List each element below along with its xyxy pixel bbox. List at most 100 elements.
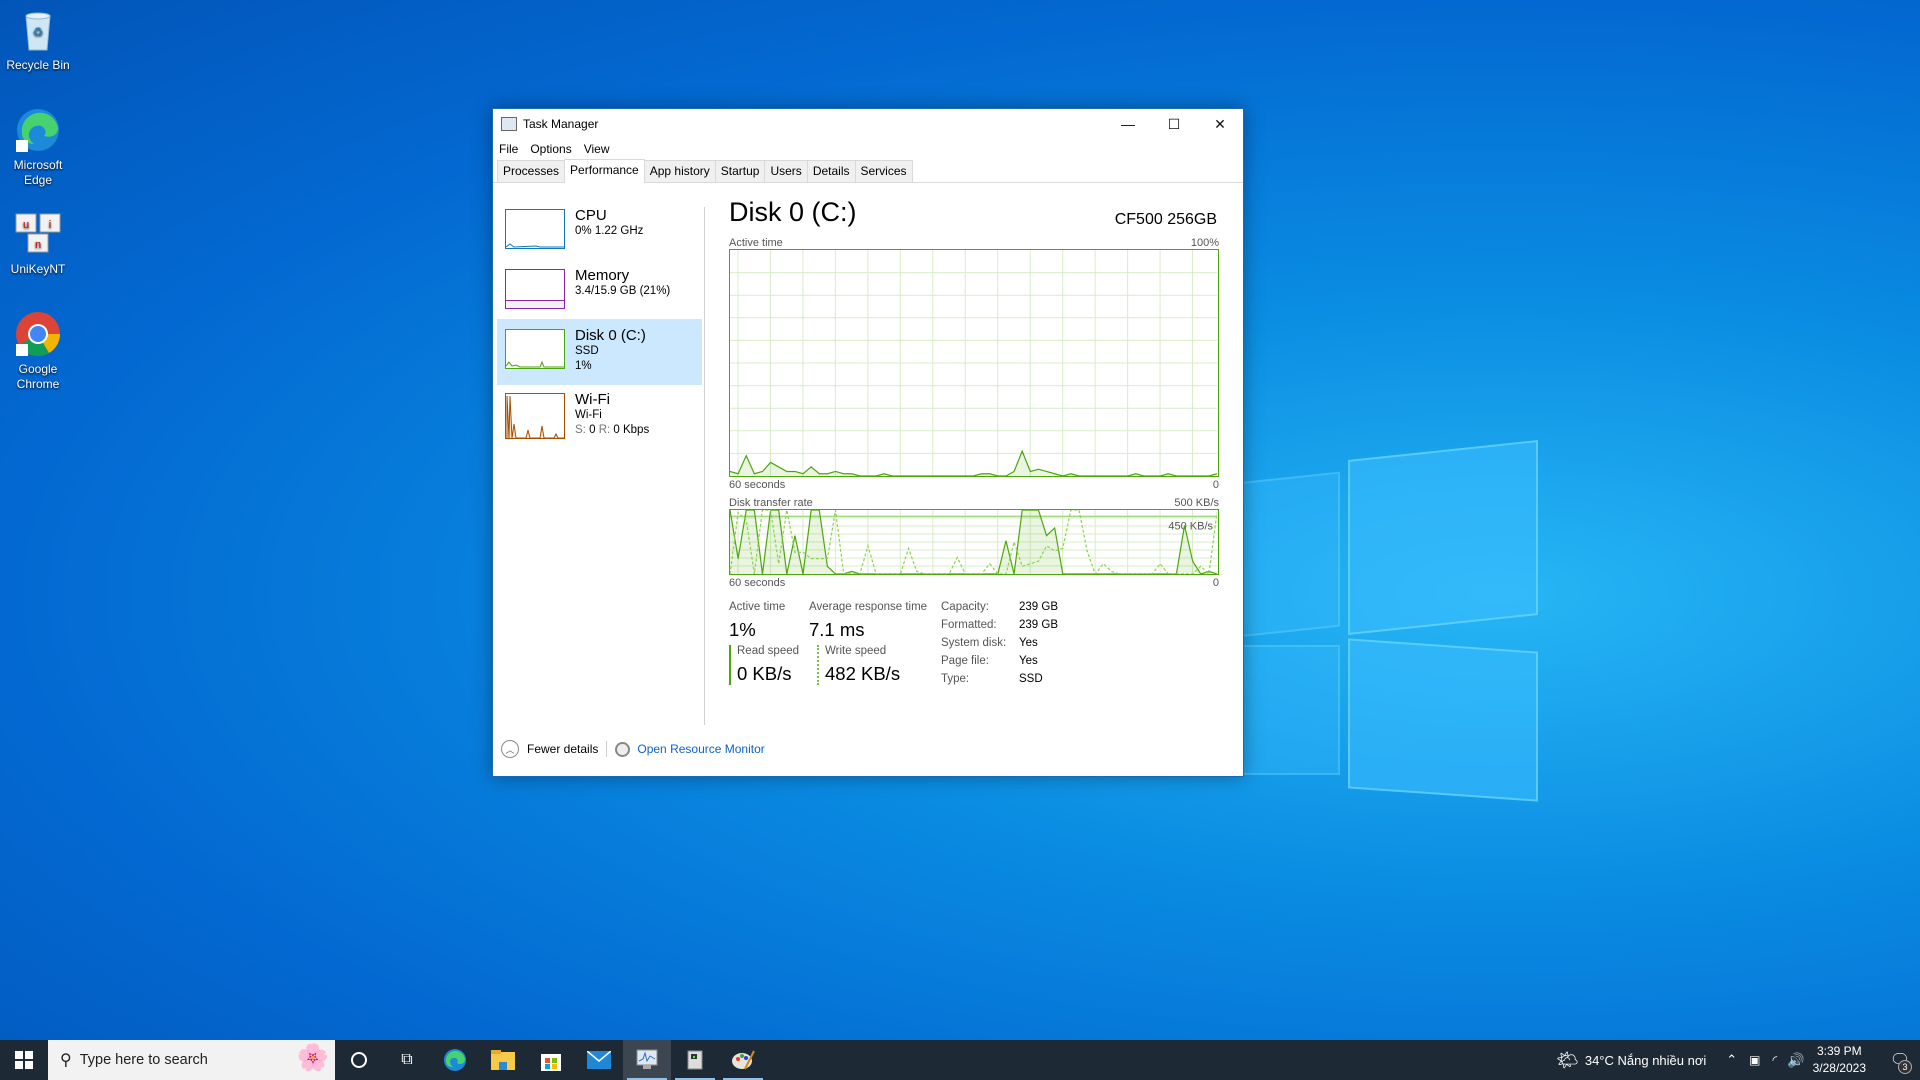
clock-date: 3/28/2023 xyxy=(1812,1061,1866,1075)
network-icon[interactable]: ◜ xyxy=(1773,1053,1778,1067)
taskbar-file-explorer[interactable] xyxy=(479,1040,527,1080)
receive-label: R: xyxy=(598,424,611,436)
taskbar-mail[interactable] xyxy=(575,1040,623,1080)
search-box[interactable]: ⚲ Type here to search 🌸 xyxy=(48,1040,335,1080)
sidebar-item-disk-0[interactable]: Disk 0 (C:) SSD 1% xyxy=(497,319,702,385)
taskbar-edge[interactable] xyxy=(431,1040,479,1080)
property-row: System disk: Yes xyxy=(941,637,1058,655)
maximize-button[interactable]: ☐ xyxy=(1151,109,1197,139)
svg-text:n: n xyxy=(35,239,41,251)
sidebar-item-memory[interactable]: Memory 3.4/15.9 GB (21%) xyxy=(497,259,702,319)
taskbar-store[interactable] xyxy=(527,1040,575,1080)
sidebar-item-cpu[interactable]: CPU 0% 1.22 GHz xyxy=(497,199,702,259)
paint-icon xyxy=(732,1050,755,1070)
taskbar-resource-monitor[interactable] xyxy=(671,1040,719,1080)
task-view-button[interactable]: ⧉ xyxy=(383,1040,431,1080)
transfer-rate-graph-max: 500 KB/s xyxy=(1174,497,1219,509)
tab-users[interactable]: Users xyxy=(764,160,808,182)
property-key: Capacity: xyxy=(941,601,989,613)
chevron-up-icon[interactable]: ︿ xyxy=(501,740,519,758)
property-row: Formatted: 239 GB xyxy=(941,619,1058,637)
property-value: SSD xyxy=(1019,673,1043,685)
taskbar: ⚲ Type here to search 🌸 ⧉ 🌤 34°C Nắng nh… xyxy=(0,1040,1920,1080)
tab-services[interactable]: Services xyxy=(854,160,913,182)
action-center-button[interactable]: 🗨 3 xyxy=(1880,1040,1920,1080)
start-button[interactable] xyxy=(0,1040,48,1080)
active-time-graph-max: 100% xyxy=(1190,237,1219,249)
file-explorer-icon xyxy=(491,1050,515,1070)
avg-response-label: Average response time xyxy=(809,601,928,613)
active-time-x-right: 0 xyxy=(1212,479,1219,491)
store-icon xyxy=(541,1054,561,1071)
search-highlight-image: 🌸 xyxy=(296,1042,329,1072)
search-placeholder: Type here to search xyxy=(79,1052,208,1068)
desktop-icon-unikey[interactable]: u in UniKeyNT xyxy=(2,210,74,277)
meet-now-icon[interactable]: ▣ xyxy=(1749,1053,1760,1067)
menu-view[interactable]: View xyxy=(584,142,610,156)
svg-text:♻: ♻ xyxy=(33,25,44,39)
tab-performance[interactable]: Performance xyxy=(564,159,645,183)
sidebar-item-detail: 0% 1.22 GHz xyxy=(575,225,644,237)
send-label: S: xyxy=(575,424,586,436)
desktop-icon-label: Microsoft Edge xyxy=(13,158,63,187)
menu-options[interactable]: Options xyxy=(530,142,571,156)
show-hidden-icons-icon[interactable]: ⌃ xyxy=(1726,1052,1737,1068)
send-value: 0 xyxy=(589,424,596,436)
search-icon: ⚲ xyxy=(60,1052,72,1069)
wifi-thumbnail-graph xyxy=(505,393,565,439)
tab-app-history[interactable]: App history xyxy=(643,160,716,182)
tab-processes[interactable]: Processes xyxy=(497,160,566,182)
desktop-icon-edge[interactable]: Microsoft Edge xyxy=(2,106,74,188)
tab-startup[interactable]: Startup xyxy=(714,160,766,182)
task-manager-icon xyxy=(501,117,517,131)
window-footer: ︿ Fewer details Open Resource Monitor xyxy=(501,740,765,758)
cortana-icon xyxy=(351,1052,367,1068)
weather-text[interactable]: 34°C Nắng nhiều nơi xyxy=(1585,1053,1706,1068)
property-value: Yes xyxy=(1019,655,1038,667)
windows-start-icon xyxy=(15,1051,33,1069)
footer-separator xyxy=(606,741,608,757)
cortana-button[interactable] xyxy=(335,1040,383,1080)
transfer-rate-graph-label: Disk transfer rate xyxy=(729,497,813,509)
fewer-details-button[interactable]: Fewer details xyxy=(527,742,598,756)
resource-monitor-icon xyxy=(615,741,631,757)
mail-icon xyxy=(587,1051,611,1069)
property-row: Capacity: 239 GB xyxy=(941,601,1058,619)
close-button[interactable]: ✕ xyxy=(1197,109,1243,139)
title-bar[interactable]: Task Manager — ☐ ✕ xyxy=(493,109,1243,139)
weather-icon[interactable]: 🌤 xyxy=(1556,1050,1579,1071)
active-time-value: 1% xyxy=(729,619,756,640)
avg-response-value: 7.1 ms xyxy=(809,619,865,640)
read-speed-label: Read speed xyxy=(737,645,800,657)
desktop-icon-recycle-bin[interactable]: ♻ Recycle Bin xyxy=(2,6,74,73)
tab-details[interactable]: Details xyxy=(806,160,856,182)
chrome-icon xyxy=(14,310,62,358)
volume-icon[interactable]: 🔊 xyxy=(1787,1052,1804,1069)
taskbar-paint[interactable] xyxy=(719,1040,767,1080)
sidebar-item-detail: 1% xyxy=(575,360,592,372)
sidebar-item-detail: 3.4/15.9 GB (21%) xyxy=(575,285,671,297)
property-key: Page file: xyxy=(941,655,989,667)
desktop-icon-chrome[interactable]: Google Chrome xyxy=(2,310,74,392)
open-resource-monitor-link[interactable]: Open Resource Monitor xyxy=(637,742,764,756)
reference-line-label: 450 KB/s xyxy=(1168,520,1213,532)
write-speed-value: 482 KB/s xyxy=(825,663,901,684)
sidebar-item-wifi[interactable]: Wi-Fi Wi-Fi S: 0 R: 0 Kbps xyxy=(497,385,702,451)
disk-properties: Capacity: 239 GB Formatted: 239 GB System … xyxy=(941,601,1058,691)
menu-file[interactable]: File xyxy=(499,142,518,156)
unikey-icon: u in xyxy=(14,210,62,258)
clock[interactable]: 3:39 PM 3/28/2023 xyxy=(1813,1043,1866,1077)
minimize-button[interactable]: — xyxy=(1105,109,1151,139)
system-tray: 🌤 34°C Nắng nhiều nơi ⌃ ▣ ◜ 🔊 3:39 PM 3/… xyxy=(1556,1040,1920,1080)
disk-thumbnail-graph xyxy=(505,329,565,369)
taskbar-task-manager[interactable] xyxy=(623,1040,671,1080)
menu-bar: File Options View xyxy=(493,139,1243,159)
sidebar-divider xyxy=(704,207,705,725)
read-speed-legend xyxy=(729,645,731,685)
transfer-rate-x-right: 0 xyxy=(1212,577,1219,589)
performance-sidebar: CPU 0% 1.22 GHz Memory 3.4/15.9 GB (21%)… xyxy=(497,199,702,451)
disk-stats: Active time 1% Average response time 7.1… xyxy=(729,601,1223,701)
property-row: Type: SSD xyxy=(941,673,1058,691)
desktop-icon-label: UniKeyNT xyxy=(10,262,66,276)
sidebar-item-detail: SSD xyxy=(575,345,599,357)
